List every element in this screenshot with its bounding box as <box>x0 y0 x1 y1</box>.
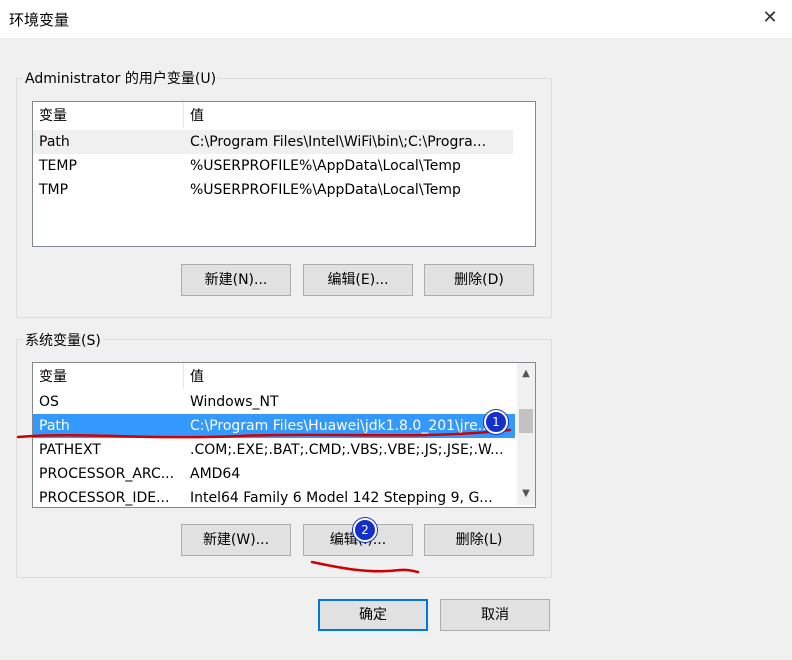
column-header-value[interactable]: 值 <box>184 102 513 128</box>
column-header-name[interactable]: 变量 <box>33 363 184 389</box>
system-delete-button[interactable]: 删除(L) <box>424 524 534 556</box>
list-row[interactable]: Path C:\Program Files\Intel\WiFi\bin\;C:… <box>33 130 513 154</box>
variable-value: C:\Program Files\Huawei\jdk1.8.0_201\jre… <box>190 418 492 434</box>
scroll-thumb[interactable] <box>519 409 533 433</box>
user-delete-button[interactable]: 删除(D) <box>424 264 534 296</box>
variable-value: Windows_NT <box>190 394 279 410</box>
ok-button[interactable]: 确定 <box>318 599 428 631</box>
list-row-selected[interactable]: Path C:\Program Files\Huawei\jdk1.8.0_20… <box>33 414 515 438</box>
variable-name: PROCESSOR_ARC... <box>39 466 175 482</box>
system-variables-label: 系统变量(S) <box>23 330 103 350</box>
list-row[interactable]: PROCESSOR_IDE... Intel64 Family 6 Model … <box>33 486 515 507</box>
title-bar: 环境变量 ✕ <box>0 0 792 38</box>
variable-value: Intel64 Family 6 Model 142 Stepping 9, G… <box>190 490 493 506</box>
close-icon[interactable]: ✕ <box>758 6 782 30</box>
variable-name: PROCESSOR_IDE... <box>39 490 170 506</box>
variable-value: AMD64 <box>190 466 241 482</box>
list-row[interactable]: PROCESSOR_ARC... AMD64 <box>33 462 515 486</box>
user-edit-button[interactable]: 编辑(E)... <box>303 264 413 296</box>
scroll-down-icon[interactable]: ▼ <box>517 485 535 503</box>
list-row[interactable]: TEMP %USERPROFILE%\AppData\Local\Temp <box>33 154 513 178</box>
annotation-badge-2: 2 <box>353 518 377 542</box>
user-variables-label: Administrator 的用户变量(U) <box>23 68 219 88</box>
variable-value: C:\Program Files\Intel\WiFi\bin\;C:\Prog… <box>190 134 487 150</box>
variable-value: .COM;.EXE;.BAT;.CMD;.VBS;.VBE;.JS;.JSE;.… <box>190 442 504 458</box>
column-header-name[interactable]: 变量 <box>33 102 184 128</box>
list-header: 变量 值 <box>33 102 513 128</box>
column-header-value[interactable]: 值 <box>184 363 513 389</box>
system-new-button[interactable]: 新建(W)... <box>181 524 291 556</box>
variable-name: TEMP <box>39 158 77 174</box>
list-row[interactable]: TMP %USERPROFILE%\AppData\Local\Temp <box>33 178 513 202</box>
user-new-button[interactable]: 新建(N)... <box>181 264 291 296</box>
list-row[interactable]: OS Windows_NT <box>33 390 515 414</box>
variable-name: Path <box>39 134 70 150</box>
variable-name: TMP <box>39 182 69 198</box>
vertical-scrollbar[interactable]: ▲ ▼ <box>517 363 535 505</box>
list-header: 变量 值 <box>33 363 513 389</box>
user-variables-list[interactable]: 变量 值 Path C:\Program Files\Intel\WiFi\bi… <box>32 101 536 247</box>
annotation-badge-1: 1 <box>484 410 508 434</box>
scroll-up-icon[interactable]: ▲ <box>517 365 535 383</box>
variable-name: PATHEXT <box>39 442 101 458</box>
variable-name: Path <box>39 418 70 434</box>
cancel-button[interactable]: 取消 <box>440 599 550 631</box>
variable-name: OS <box>39 394 59 410</box>
list-row[interactable]: PATHEXT .COM;.EXE;.BAT;.CMD;.VBS;.VBE;.J… <box>33 438 515 462</box>
variable-value: %USERPROFILE%\AppData\Local\Temp <box>190 182 461 198</box>
system-variables-list[interactable]: 变量 值 OS Windows_NT Path C:\Program Files… <box>32 362 536 508</box>
variable-value: %USERPROFILE%\AppData\Local\Temp <box>190 158 461 174</box>
window-title: 环境变量 <box>9 11 70 29</box>
